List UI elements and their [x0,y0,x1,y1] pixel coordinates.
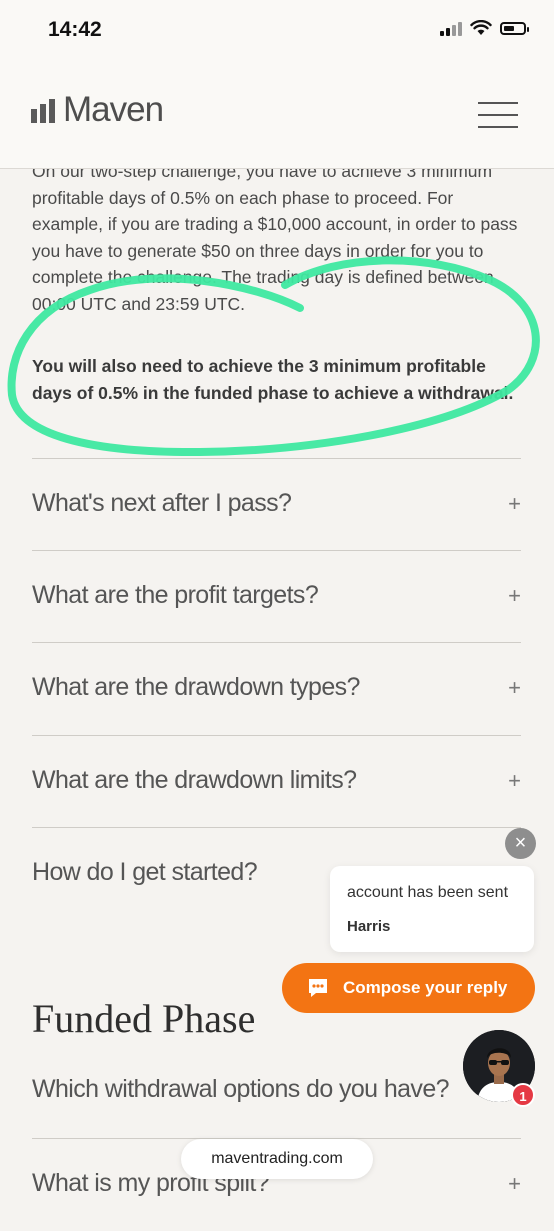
compose-reply-button[interactable]: Compose your reply [282,963,535,1013]
faq-item[interactable]: What are the profit targets? + [32,550,521,643]
chat-close-icon[interactable]: × [505,828,536,859]
site-header: Maven [0,62,554,169]
logo-bars-icon [31,97,55,123]
status-bar: 14:42 [0,0,554,62]
battery-icon [500,21,529,35]
faq-question: What are the drawdown types? [32,673,360,701]
unread-badge: 1 [511,1083,535,1107]
expand-plus-icon: + [508,491,521,516]
faq-question: What are the drawdown limits? [32,766,357,794]
faq-item[interactable]: Which withdrawal options do you have? [32,1045,521,1137]
answer-highlight: You will also need to achieve the 3 mini… [32,356,514,403]
maven-logo[interactable]: Maven [31,90,164,130]
expand-plus-icon: + [508,583,521,608]
status-icons [440,20,529,36]
faq-question: Which withdrawal options do you have? [32,1075,450,1103]
compose-reply-label: Compose your reply [343,978,508,997]
wifi-icon [470,20,492,35]
chat-message: account has been sent [347,884,509,901]
chat-sender: Harris [347,918,391,935]
url-bar[interactable]: maventrading.com [181,1139,373,1179]
faq-question: What's next after I pass? [32,489,292,517]
cellular-signal-icon [440,20,462,36]
section-title: Funded Phase [32,996,256,1041]
expand-plus-icon: + [508,768,521,793]
chat-bubble-icon [309,979,327,997]
answer-paragraph: On our two-step challenge, you have to a… [32,161,518,314]
chat-message-card[interactable]: account has been sent Harris [330,866,534,952]
faq-question: How do I get started? [32,858,258,886]
expand-plus-icon: + [508,1171,521,1196]
status-time: 14:42 [48,18,102,41]
faq-item[interactable]: What are the drawdown types? + [32,642,521,735]
faq-question: What are the profit targets? [32,581,319,609]
brand-name: Maven [63,90,164,129]
faq-item[interactable]: What are the drawdown limits? + [32,735,521,828]
menu-icon[interactable] [478,102,518,128]
faq-item[interactable]: What's next after I pass? + [32,458,521,551]
expand-plus-icon: + [508,675,521,700]
